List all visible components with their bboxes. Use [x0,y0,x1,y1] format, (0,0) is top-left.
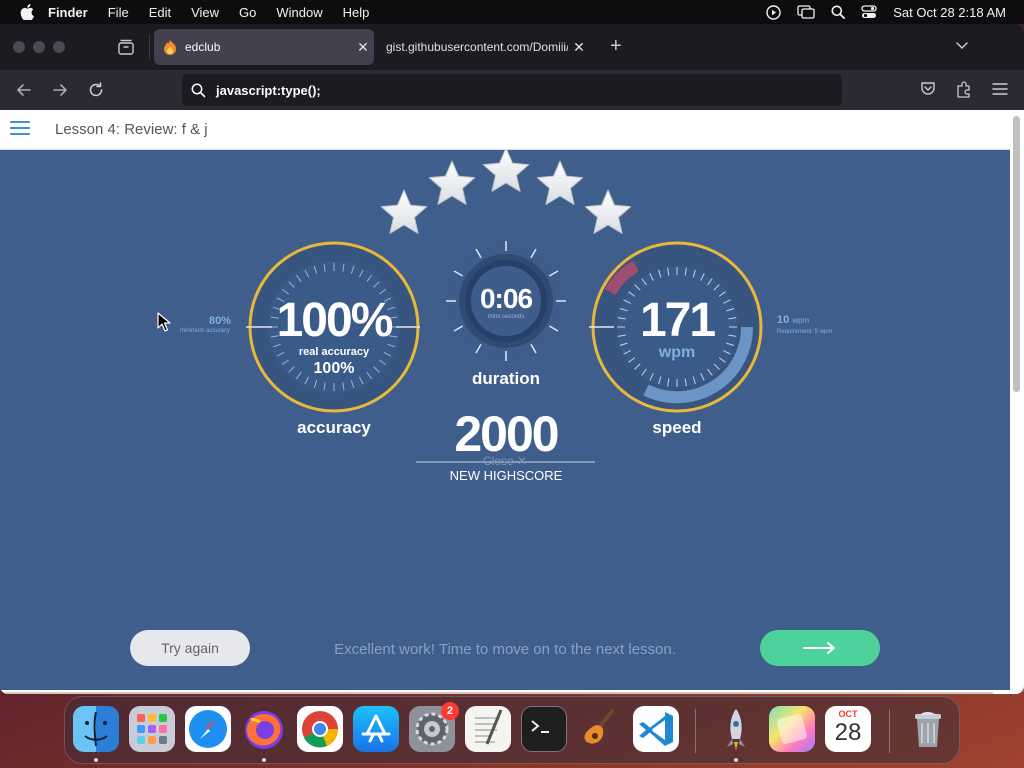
garageband-icon[interactable] [577,706,623,752]
menu-view[interactable]: View [191,5,219,20]
lesson-menu-icon[interactable] [10,121,30,137]
speed-value: 171 [639,294,716,347]
chrome-icon[interactable] [297,706,343,752]
menu-app-name[interactable]: Finder [48,5,88,20]
menubar-clock[interactable]: Sat Oct 28 2:18 AM [893,5,1006,20]
star-icon [482,150,530,192]
edclub-favicon-icon [164,40,176,55]
tab-title: edclub [185,40,221,54]
new-highscore-caption: NEW HIGHSCORE [449,468,563,483]
finder-icon[interactable] [73,706,119,752]
screen-mirroring-icon[interactable] [797,5,815,19]
forward-arrow-icon[interactable] [50,80,70,100]
hamburger-menu-icon[interactable] [991,80,1009,98]
dock: 2 OCT 28 [64,696,960,764]
close-icon: ✕ [516,454,528,468]
firefox-icon[interactable] [241,706,287,752]
speed-requirement-unit: wpm [792,316,810,325]
firefox-view-icon[interactable] [117,39,135,55]
speed-requirement-value: 10 [777,314,790,326]
tab-close-icon[interactable]: ✕ [568,39,590,56]
web-page: Lesson 4: Review: f & j 100% real accura… [0,110,1010,694]
url-text[interactable]: javascript:type(); [216,83,321,98]
calendar-icon[interactable]: OCT 28 [825,706,871,752]
search-icon [191,83,206,97]
duration-units: mins seconds [487,314,525,320]
close-highscore-button[interactable]: Close ✕ [470,454,540,468]
window-close-button[interactable] [13,41,25,53]
menu-edit[interactable]: Edit [149,5,171,20]
accuracy-label: accuracy [297,418,371,437]
tab-separator [149,34,150,60]
speed-unit: wpm [658,344,696,361]
speed-requirement: 10 wpm [777,314,809,326]
window-zoom-button[interactable] [53,41,65,53]
trash-icon[interactable] [905,706,951,752]
address-bar[interactable]: javascript:type(); [182,74,842,106]
spotlight-search-icon[interactable] [831,5,846,19]
accuracy-value: 100% [276,294,394,347]
try-again-button[interactable]: Try again [130,630,250,666]
lesson-title: Lesson 4: Review: f & j [55,121,208,138]
highlighter-app-icon[interactable] [769,706,815,752]
window-minimize-button[interactable] [33,41,45,53]
real-accuracy-label: real accuracy [298,346,370,358]
apple-icon[interactable] [20,4,34,20]
star-icon [536,160,584,205]
real-accuracy-value: 100% [313,360,355,377]
duration-value: 0:06 [479,283,533,314]
lesson-message: Excellent work! Time to move on to the n… [334,641,676,658]
calendar-month: OCT [838,709,858,719]
reload-icon[interactable] [86,80,106,100]
extensions-puzzle-icon[interactable] [955,80,973,98]
pocket-icon[interactable] [919,80,937,98]
terminal-icon[interactable] [521,706,567,752]
star-icon [380,189,428,234]
star-icon [584,189,632,234]
launchpad-icon[interactable] [129,706,175,752]
vscode-icon[interactable] [633,706,679,752]
tab-gist[interactable]: gist.githubusercontent.com/Domiii/8 ✕ [376,29,590,65]
menu-window[interactable]: Window [276,5,322,20]
vertical-scrollbar[interactable] [1010,110,1024,694]
tab-title: gist.githubusercontent.com/Domiii/8 [386,40,568,54]
textedit-icon[interactable] [465,706,511,752]
control-center-icon[interactable] [861,5,877,19]
calendar-day: 28 [834,719,862,746]
settings-notification-badge: 2 [441,702,459,720]
tab-edclub[interactable]: edclub ✕ [154,29,374,65]
tab-bar: edclub ✕ gist.githubusercontent.com/Domi… [0,24,1024,70]
menubar: Finder File Edit View Go Window Help Sat… [0,0,1024,24]
star-icon [428,160,476,205]
navigation-toolbar: javascript:type(); [0,70,1024,110]
stars-rating [380,150,632,234]
close-label: Close [482,454,514,468]
arrow-right-icon [803,642,835,654]
results-panel: 100% real accuracy 100% accuracy 80% min… [0,150,1010,690]
duration-label: duration [472,369,540,388]
browser-window: edclub ✕ gist.githubusercontent.com/Domi… [0,24,1024,694]
speed-requirement-label: Requirement: 5 wpm [777,329,833,335]
new-tab-plus-icon[interactable]: + [610,36,622,56]
rocket-app-icon[interactable] [713,706,759,752]
tab-close-icon[interactable]: ✕ [352,39,374,56]
chevron-down-icon[interactable] [955,40,969,50]
minimum-accuracy-value: 80% [208,315,232,327]
mouse-cursor-icon [157,312,171,332]
safari-icon[interactable] [185,706,231,752]
next-lesson-button[interactable] [760,630,880,666]
menu-file[interactable]: File [108,5,129,20]
play-circle-icon[interactable] [766,4,781,20]
app-store-icon[interactable] [353,706,399,752]
menu-help[interactable]: Help [343,5,370,20]
back-arrow-icon[interactable] [14,80,34,100]
menu-go[interactable]: Go [239,5,256,20]
minimum-accuracy-label: minimum accuracy [179,328,230,334]
horizontal-scrollbar[interactable] [0,690,1010,694]
lesson-header: Lesson 4: Review: f & j [0,110,1010,150]
speed-label: speed [652,418,702,437]
